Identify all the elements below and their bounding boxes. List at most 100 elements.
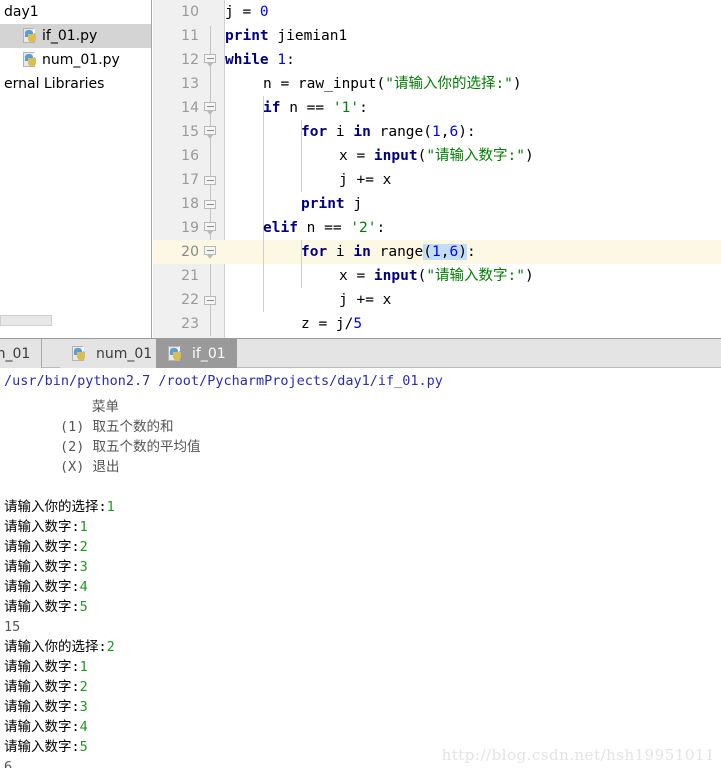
code-token: ) (525, 148, 534, 164)
console-line: 菜单 (92, 397, 119, 417)
code-token: n == (297, 220, 351, 236)
project-tree-item-num-01-py[interactable]: num_01.py (0, 48, 151, 72)
code-line[interactable]: print jiemian1 (225, 24, 347, 48)
console-line: 请输入数字:3 (4, 557, 88, 577)
console-line: (2) 取五个数的平均值 (60, 437, 201, 457)
console-user-input: 5 (79, 599, 88, 615)
code-token: "请输入数字:" (426, 268, 526, 284)
console-text: 请输入你的选择: (4, 499, 107, 515)
python-file-icon (22, 52, 38, 68)
code-token: for (301, 124, 328, 140)
code-line[interactable]: if n == '1': (263, 96, 368, 120)
fold-toggle-icon[interactable] (204, 246, 217, 259)
python-file-icon (22, 28, 38, 44)
code-line[interactable]: j += x (339, 288, 391, 312)
code-token: 1 (431, 124, 441, 140)
fold-toggle-icon[interactable] (204, 54, 217, 67)
line-number: 11 (181, 28, 199, 44)
code-token: : (466, 244, 476, 260)
code-token: n == (280, 100, 333, 116)
code-token: elif (263, 220, 298, 236)
code-line[interactable]: x = input("请输入数字:") (339, 144, 534, 168)
fold-toggle-icon[interactable] (204, 126, 217, 139)
code-token: ( (417, 268, 427, 284)
console-text: 请输入数字: (4, 579, 80, 595)
code-line[interactable]: x = input("请输入数字:") (339, 264, 534, 288)
fold-toggle-icon[interactable] (204, 176, 217, 189)
code-token: ) (525, 268, 534, 284)
code-line[interactable]: while 1: (225, 48, 295, 72)
code-token: "请输入数字:" (426, 148, 526, 164)
line-number: 13 (181, 76, 199, 92)
console-user-input: 3 (79, 559, 88, 575)
code-token: range( (370, 124, 432, 140)
code-token: j = (225, 4, 260, 20)
console-line: 请输入数字:5 (4, 597, 88, 617)
console-line: 请输入数字:3 (4, 697, 88, 717)
code-token: if (263, 100, 281, 116)
sidebar-horizontal-scrollbar[interactable] (0, 315, 52, 326)
project-tree-panel[interactable]: day1 if_01.py num_01.pyernal Libraries (0, 0, 152, 338)
console-user-input: 1 (79, 519, 88, 535)
code-line[interactable]: elif n == '2': (263, 216, 385, 240)
console-text: (1) 取五个数的和 (60, 419, 174, 435)
project-tree-item-label: if_01.py (42, 28, 98, 44)
console-line: 请输入数字:5 (4, 737, 88, 757)
line-number: 12 (181, 52, 199, 68)
line-number: 21 (181, 268, 199, 284)
project-tree-item-ernal-libraries[interactable]: ernal Libraries (0, 72, 151, 96)
code-editor[interactable]: 10111213141516171819202122232425 j = 0pr… (153, 0, 721, 338)
console-user-input: 2 (79, 679, 88, 695)
code-token: in (353, 124, 371, 140)
fold-toggle-icon[interactable] (204, 102, 217, 115)
code-token: n = raw_input( (263, 76, 386, 92)
editor-tab-if-01[interactable]: if_01 (156, 339, 237, 368)
console-text: 15 (4, 619, 21, 635)
run-console[interactable]: /usr/bin/python2.7 /root/PycharmProjects… (0, 368, 721, 768)
code-token: print (225, 28, 269, 44)
project-tree-rows: day1 if_01.py num_01.pyernal Libraries (0, 0, 151, 96)
code-token: ( (423, 244, 432, 260)
code-text-area[interactable]: j = 0 print jiemian1 while 1: n = raw_input… (225, 0, 721, 338)
console-line: (X) 退出 (60, 457, 120, 477)
line-number: 18 (181, 196, 199, 212)
code-token: : (359, 100, 368, 116)
code-line[interactable]: j += x (339, 168, 391, 192)
code-token: 1 (432, 244, 441, 260)
project-tree-item-if-01-py[interactable]: if_01.py (0, 24, 151, 48)
code-line[interactable]: for i in range(1,6): (301, 240, 476, 264)
console-text: 请输入你的选择: (4, 639, 107, 655)
fold-toggle-icon[interactable] (204, 296, 217, 309)
editor-tab-um-01[interactable]: um_01 (0, 339, 43, 368)
code-token: j += x (339, 172, 392, 188)
fold-toggle-icon[interactable] (204, 222, 217, 235)
code-line[interactable]: j = 0 (225, 0, 269, 24)
fold-toggle-icon[interactable] (204, 200, 217, 213)
console-user-input: 3 (79, 699, 88, 715)
console-line: 请输入你的选择:1 (4, 497, 115, 517)
code-line[interactable]: for i in range(1,6): (301, 120, 476, 144)
code-token: for (301, 244, 328, 260)
console-user-input: 1 (106, 499, 115, 515)
project-tree-item-day1[interactable]: day1 (0, 0, 151, 24)
code-line[interactable]: z = j/5 (301, 312, 362, 336)
console-text: (2) 取五个数的平均值 (60, 439, 201, 455)
console-text: 请输入数字: (4, 559, 80, 575)
console-text: (X) 退出 (60, 459, 120, 475)
top-pane: day1 if_01.py num_01.py ernal Libraries 10 1… (0, 0, 721, 338)
code-token: j += x (339, 292, 392, 308)
console-text: 请输入数字: (4, 539, 80, 555)
editor-tab-bar[interactable]: um_01 num_01 if_01 (0, 338, 721, 368)
editor-tab-label: if_01 (192, 345, 226, 362)
code-line[interactable]: n = raw_input("请输入你的选择:") (263, 72, 522, 96)
line-number: 16 (181, 148, 199, 164)
project-tree-item-label: num_01.py (42, 52, 120, 68)
code-line[interactable]: print j (301, 192, 362, 216)
console-line: 6 (4, 757, 12, 768)
line-number: 14 (181, 100, 199, 116)
python-file-icon (71, 345, 87, 362)
code-token: input (373, 148, 418, 164)
editor-tab-num-01[interactable]: num_01 (60, 339, 165, 368)
console-text: 菜单 (92, 399, 119, 415)
code-token: input (373, 268, 418, 284)
